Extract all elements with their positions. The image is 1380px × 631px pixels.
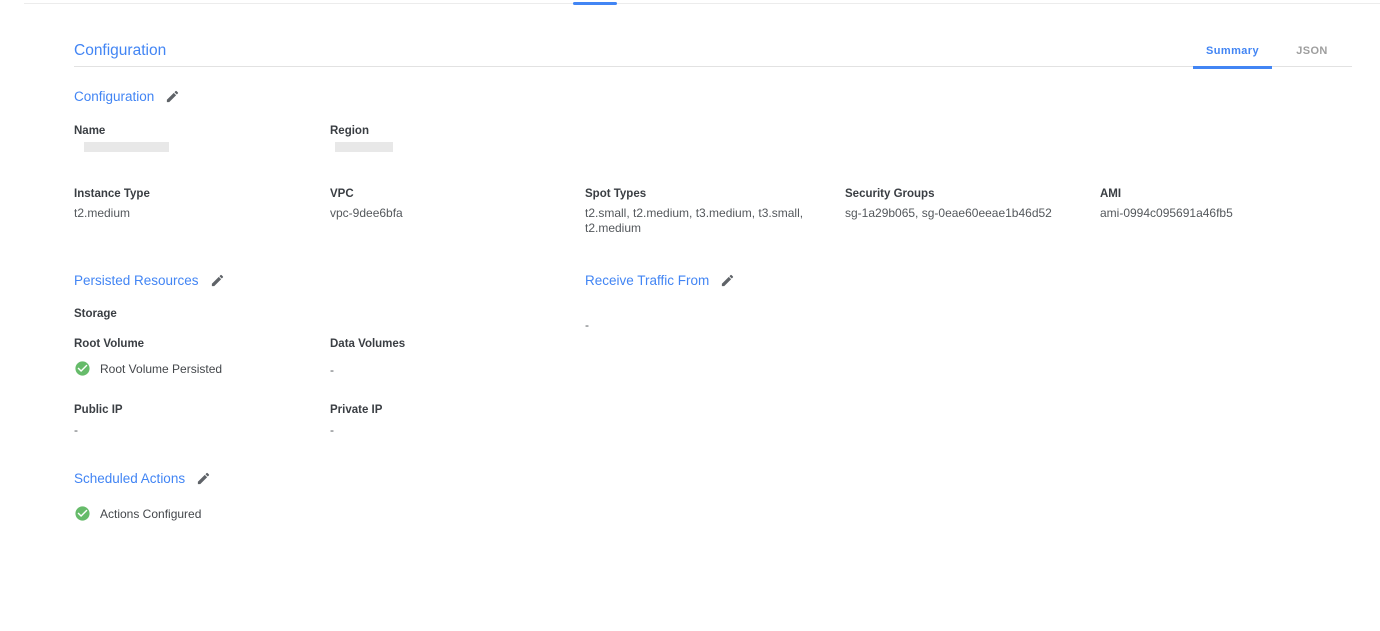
field-value-data-volumes: -: [330, 363, 334, 378]
field-value-private-ip: -: [330, 423, 334, 438]
check-circle-icon: [74, 505, 91, 522]
configuration-summary-page: Configuration Summary JSON Configuration…: [0, 0, 1380, 631]
field-label-private-ip: Private IP: [330, 404, 382, 416]
scheduled-actions-section-header: Scheduled Actions: [74, 471, 211, 486]
active-tab-underline: [1193, 66, 1272, 69]
field-label-public-ip: Public IP: [74, 404, 123, 416]
root-volume-status: Root Volume Persisted: [74, 360, 222, 377]
receive-traffic-from-section-title: Receive Traffic From: [585, 273, 709, 288]
tab-summary[interactable]: Summary: [1193, 45, 1272, 57]
persisted-resources-section-header: Persisted Resources: [74, 273, 225, 288]
field-value-security-groups: sg-1a29b065, sg-0eae60eeae1b46d52: [845, 206, 1052, 221]
field-value-vpc: vpc-9dee6bfa: [330, 206, 403, 221]
scheduled-actions-section-title: Scheduled Actions: [74, 471, 185, 486]
field-label-vpc: VPC: [330, 188, 354, 200]
check-circle-icon: [74, 360, 91, 377]
field-label-root-volume: Root Volume: [74, 338, 144, 350]
tab-json[interactable]: JSON: [1282, 45, 1342, 57]
field-label-spot-types: Spot Types: [585, 188, 646, 200]
field-label-security-groups: Security Groups: [845, 188, 934, 200]
pencil-icon[interactable]: [196, 471, 211, 486]
field-value-spot-types: t2.small, t2.medium, t3.medium, t3.small…: [585, 206, 823, 235]
pencil-icon[interactable]: [210, 273, 225, 288]
configuration-section-title: Configuration: [74, 89, 154, 104]
page-title: Configuration: [74, 42, 166, 60]
receive-traffic-from-section-header: Receive Traffic From: [585, 273, 735, 288]
pencil-icon[interactable]: [165, 89, 180, 104]
scheduled-actions-status: Actions Configured: [74, 505, 201, 522]
storage-subsection-label: Storage: [74, 308, 117, 320]
field-value-instance-type: t2.medium: [74, 206, 130, 221]
persisted-resources-section-title: Persisted Resources: [74, 273, 199, 288]
scheduled-actions-status-text: Actions Configured: [100, 507, 201, 521]
root-volume-status-text: Root Volume Persisted: [100, 362, 222, 376]
field-label-name: Name: [74, 125, 105, 137]
field-value-public-ip: -: [74, 423, 78, 438]
field-label-ami: AMI: [1100, 188, 1121, 200]
pencil-icon[interactable]: [720, 273, 735, 288]
redacted-value-name: [84, 142, 169, 152]
field-label-region: Region: [330, 125, 369, 137]
field-label-data-volumes: Data Volumes: [330, 338, 405, 350]
configuration-section-header: Configuration: [74, 89, 180, 104]
field-value-ami: ami-0994c095691a46fb5: [1100, 206, 1233, 221]
redacted-value-region: [335, 142, 393, 152]
top-tabbar-rule: [24, 3, 1380, 4]
receive-traffic-from-value: -: [585, 318, 589, 333]
field-label-instance-type: Instance Type: [74, 188, 150, 200]
header-divider: [74, 66, 1352, 67]
top-active-tab-indicator: [573, 2, 617, 5]
